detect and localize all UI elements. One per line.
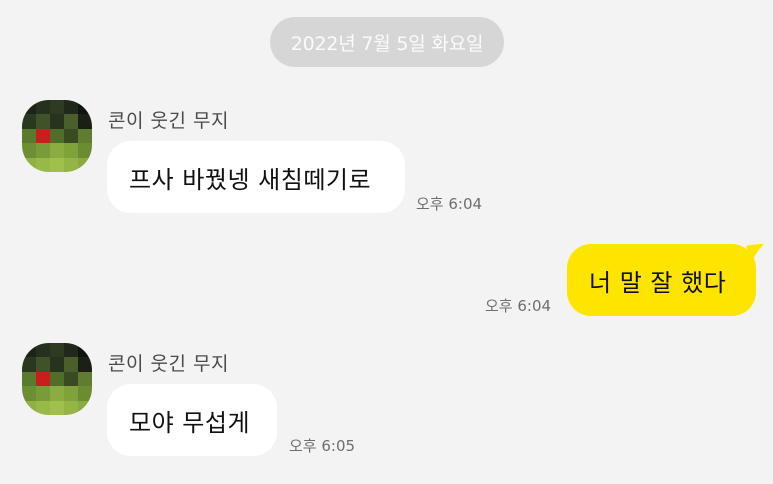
message-bubble[interactable]: 너 말 잘 했다 [567,244,756,316]
date-divider-label: 2022년 7월 5일 화요일 [290,32,484,55]
sender-avatar-icon[interactable] [22,100,92,172]
sender-avatar-icon[interactable] [22,343,92,415]
message-bubble[interactable]: 프사 바꿨넹 새침떼기로 [107,141,405,213]
message-text: 모야 무섭게 [129,408,251,437]
sender-name: 콘이 웃긴 무지 [108,353,229,375]
sender-name: 콘이 웃긴 무지 [108,110,229,132]
message-time: 오후 6:04 [485,297,552,315]
message-text: 너 말 잘 했다 [589,268,727,297]
date-divider: 2022년 7월 5일 화요일 [270,17,504,67]
message-text: 프사 바꿨넹 새침떼기로 [129,165,372,194]
message-time: 오후 6:04 [416,195,483,213]
message-bubble[interactable]: 모야 무섭게 [107,384,277,456]
bubble-tail-icon [746,244,764,262]
message-time: 오후 6:05 [289,437,356,455]
